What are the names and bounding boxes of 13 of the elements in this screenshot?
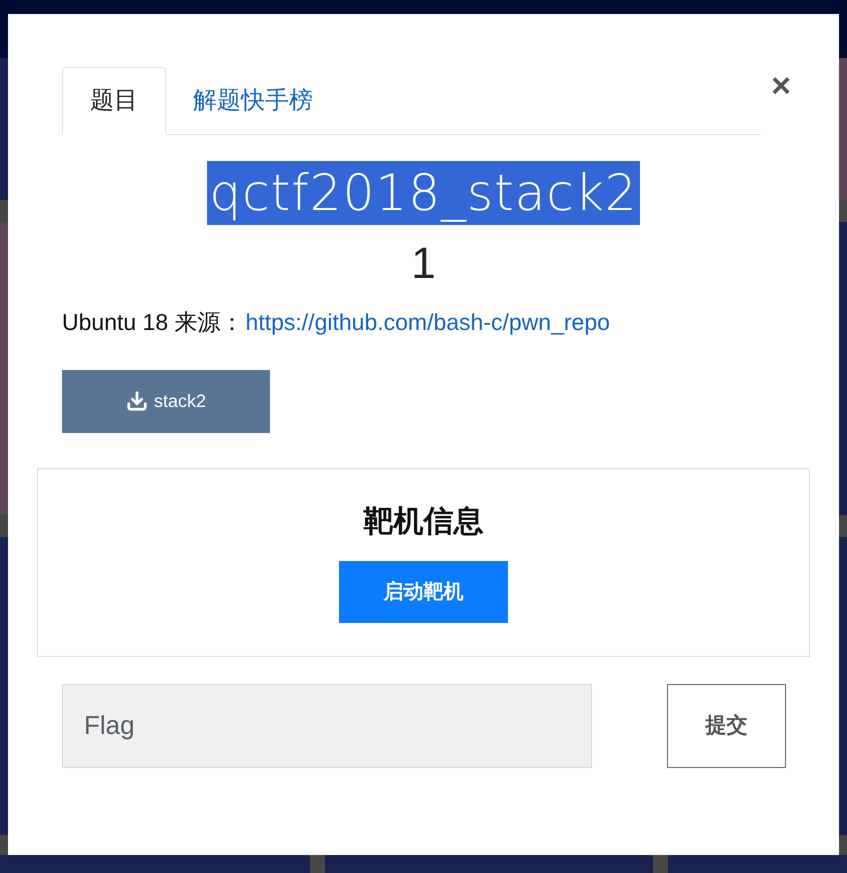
description-text: Ubuntu 18 来源：	[62, 308, 244, 337]
tab[interactable]: 解题快手榜	[166, 67, 340, 135]
tab[interactable]: 题目	[62, 67, 166, 135]
download-icon	[126, 390, 148, 412]
flag-field[interactable]: Flag	[62, 684, 592, 768]
challenge-title: qctf2018_stack2	[207, 161, 640, 225]
source-link[interactable]: https://github.com/bash-c/pwn_repo	[246, 305, 610, 340]
submit-button[interactable]: 提交	[667, 684, 786, 768]
download-button[interactable]: stack2	[62, 370, 270, 432]
score-value: 1	[411, 239, 436, 289]
panel-heading: 靶机信息	[364, 504, 484, 540]
close-button[interactable]: ×	[771, 69, 791, 103]
start-button[interactable]: 启动靶机	[339, 560, 508, 622]
